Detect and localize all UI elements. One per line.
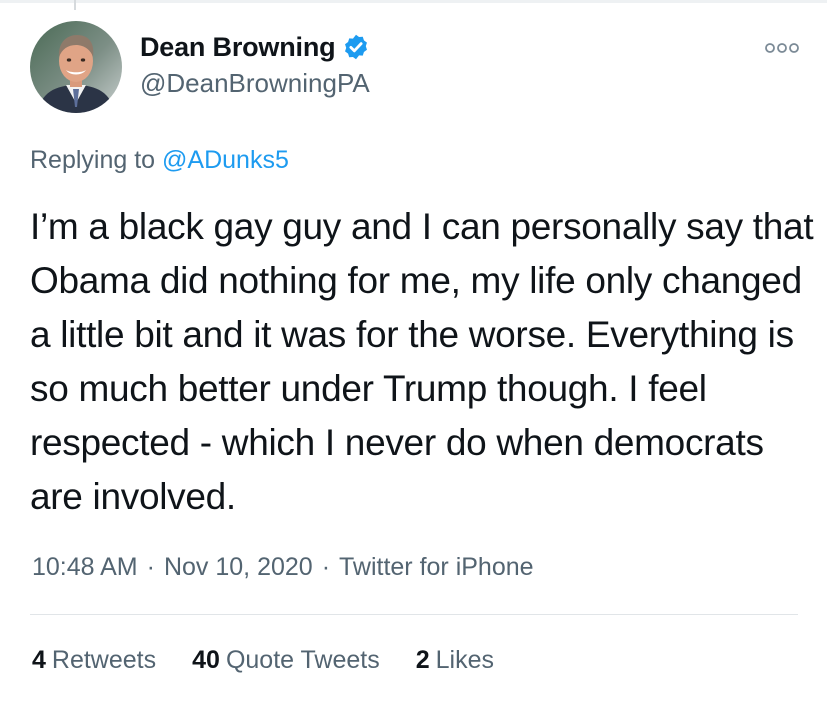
author-name-row: Dean Browning xyxy=(140,30,370,64)
retweets-stat[interactable]: 4 Retweets xyxy=(32,646,156,675)
likes-label: Likes xyxy=(435,646,495,674)
tweet-metadata: 10:48 AM · Nov 10, 2020 · Twitter for iPhone xyxy=(32,553,534,582)
tweet-source[interactable]: Twitter for iPhone xyxy=(339,553,534,581)
profile-photo-icon xyxy=(30,21,122,113)
author-block: Dean Browning @DeanBrowningPA xyxy=(140,30,370,99)
top-divider xyxy=(0,0,827,3)
quote-tweets-count: 40 xyxy=(192,646,220,674)
separator-dot: · xyxy=(146,553,155,581)
replying-to-mention-link[interactable]: @ADunks5 xyxy=(162,146,289,174)
separator-dot: · xyxy=(321,553,331,581)
engagement-stats: 4 Retweets 40 Quote Tweets 2 Likes xyxy=(32,646,530,675)
more-options-icon[interactable] xyxy=(764,40,800,56)
retweets-count: 4 xyxy=(32,646,46,674)
tweet-date[interactable]: Nov 10, 2020 xyxy=(164,553,313,581)
quote-tweets-stat[interactable]: 40 Quote Tweets xyxy=(192,646,380,675)
retweets-label: Retweets xyxy=(51,646,157,674)
replying-to-line: Replying to @ADunks5 xyxy=(30,146,289,175)
avatar[interactable] xyxy=(30,21,122,113)
quote-tweets-label: Quote Tweets xyxy=(225,646,380,674)
tweet-time[interactable]: 10:48 AM xyxy=(32,553,138,581)
verified-badge-icon xyxy=(345,34,368,60)
replying-to-label: Replying to xyxy=(30,146,156,174)
tweet-text: I’m a black gay guy and I can personally… xyxy=(30,206,814,517)
likes-stat[interactable]: 2 Likes xyxy=(416,646,494,675)
stats-divider xyxy=(30,614,798,615)
author-display-name[interactable]: Dean Browning xyxy=(140,32,336,63)
likes-count: 2 xyxy=(415,646,430,674)
thread-connector xyxy=(74,0,76,10)
author-handle[interactable]: @DeanBrowningPA xyxy=(140,68,370,99)
